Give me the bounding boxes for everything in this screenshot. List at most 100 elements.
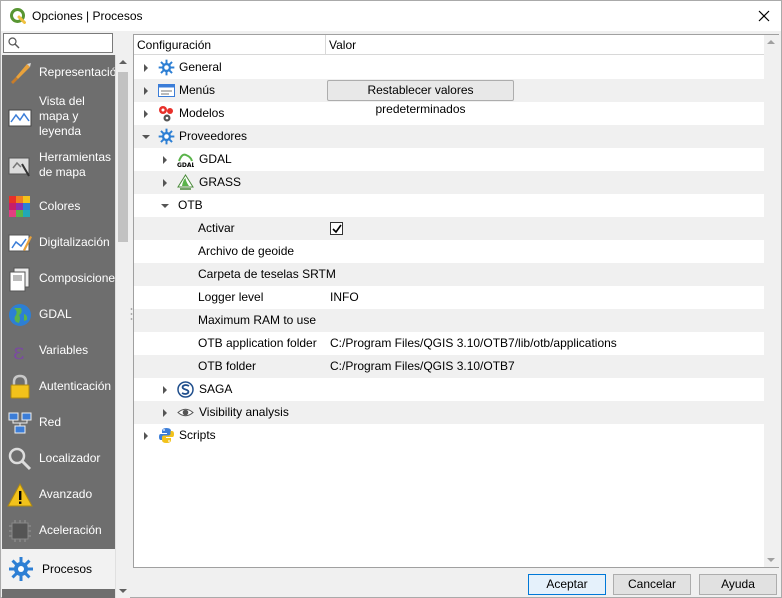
tree-row-archivo-geoide[interactable]: Archivo de geoide: [134, 240, 764, 263]
tree-row-visibility-analysis[interactable]: Visibility analysis: [134, 401, 764, 424]
tree-row-menus[interactable]: Menús Restablecer valores predeterminado…: [134, 79, 764, 116]
sidebar-item-label: Digitalización: [39, 235, 110, 249]
tree-row-gdal[interactable]: GDAL GDAL: [134, 148, 764, 171]
tree-row-label: Archivo de geoide: [198, 244, 295, 258]
close-icon: [758, 10, 770, 22]
tree-row-label: OTB: [178, 198, 203, 212]
tree-row-otb-folder[interactable]: OTB folder C:/Program Files/QGIS 3.10/OT…: [134, 355, 764, 378]
layouts-icon: [9, 267, 30, 292]
tree-row-value[interactable]: C:/Program Files/QGIS 3.10/OTB7/lib/otb/…: [330, 332, 617, 355]
sidebar-item-variables[interactable]: ε Variables: [2, 333, 115, 369]
tree-header: Configuración Valor: [134, 35, 764, 55]
scrollbar-thumb[interactable]: [118, 72, 128, 242]
sidebar-item-localizador[interactable]: Localizador: [2, 441, 115, 477]
sidebar-item-label: Red: [39, 415, 62, 429]
epsilon-icon: ε: [13, 340, 24, 364]
expand-arrow-icon[interactable]: [161, 378, 171, 401]
expand-arrow-icon[interactable]: [161, 148, 171, 171]
sidebar-item-gdal[interactable]: GDAL: [2, 297, 115, 333]
tree-row-value[interactable]: INFO: [330, 286, 359, 309]
sidebar-item-label: Colores: [39, 199, 81, 213]
collapse-arrow-icon[interactable]: [141, 125, 151, 148]
tree-row-label: Visibility analysis: [199, 405, 289, 419]
sidebar-scrollbar[interactable]: [115, 55, 130, 598]
tree-row-otb-app-folder[interactable]: OTB application folder C:/Program Files/…: [134, 332, 764, 355]
search-input[interactable]: [22, 35, 110, 51]
gdal-icon: GDAL: [177, 153, 194, 168]
sidebar-item-aceleracion[interactable]: Aceleración: [2, 513, 115, 549]
sidebar-item-label: Autenticación: [39, 379, 112, 393]
sidebar-item-herramientas[interactable]: Herramientas de mapa: [2, 145, 115, 189]
tree-row-otb[interactable]: OTB: [134, 194, 764, 217]
options-dialog: Opciones | Procesos Representación Vista…: [0, 0, 782, 598]
expand-arrow-icon[interactable]: [142, 102, 152, 125]
collapse-arrow-icon[interactable]: [160, 194, 170, 217]
gear-icon: [158, 59, 175, 76]
tree-row-activar[interactable]: Activar: [134, 217, 764, 240]
svg-text:ε: ε: [13, 340, 24, 364]
expand-arrow-icon[interactable]: [161, 401, 171, 424]
tree-row-label: SAGA: [199, 382, 233, 396]
column-header-configuracion[interactable]: Configuración: [134, 35, 326, 55]
globe-icon: [9, 304, 31, 326]
paintbrush-icon: [11, 63, 31, 84]
expand-arrow-icon[interactable]: [142, 424, 152, 447]
color-grid-icon: [9, 196, 30, 217]
sidebar-item-composiciones[interactable]: Composiciones: [2, 261, 115, 297]
sidebar-item-autenticacion[interactable]: Autenticación: [2, 369, 115, 405]
scroll-down-icon[interactable]: [119, 589, 127, 593]
sidebar-item-label: Procesos: [42, 562, 93, 576]
sidebar-item-digitalizacion[interactable]: Digitalización: [2, 225, 115, 261]
search-field[interactable]: [3, 33, 113, 53]
models-icon: [159, 106, 173, 122]
sidebar-item-avanzado[interactable]: Avanzado: [2, 477, 115, 513]
sidebar-item-label: Representación: [39, 65, 115, 79]
scroll-down-icon[interactable]: [767, 558, 775, 562]
tree-row-saga[interactable]: SAGA: [134, 378, 764, 401]
map-view-icon: [8, 109, 32, 127]
tree-row-label: Logger level: [198, 290, 264, 304]
activar-checkbox[interactable]: [330, 222, 343, 235]
title-bar: Opciones | Procesos: [1, 1, 781, 31]
accept-button[interactable]: Aceptar: [528, 574, 606, 595]
sidebar-item-label: Localizador: [39, 451, 101, 465]
sidebar-item-label: Aceleración: [39, 523, 102, 537]
tree-row-label: OTB application folder: [198, 336, 317, 350]
tree-row-label: Proveedores: [179, 129, 248, 143]
tree-row-grass[interactable]: GRASS: [134, 171, 764, 194]
tree-row-modelos[interactable]: Modelos: [134, 102, 764, 125]
scroll-up-icon[interactable]: [767, 40, 775, 44]
saga-icon: [177, 381, 194, 398]
sidebar-item-colores[interactable]: Colores: [2, 189, 115, 225]
scroll-up-icon[interactable]: [119, 60, 127, 64]
tree-row-scripts[interactable]: Scripts: [134, 424, 764, 447]
tree-row-proveedores[interactable]: Proveedores: [134, 125, 764, 148]
eye-icon: [177, 408, 194, 417]
expand-arrow-icon[interactable]: [142, 56, 152, 79]
tree-row-label: GRASS: [199, 175, 242, 189]
tree-row-label: OTB folder: [198, 359, 257, 373]
checkmark-icon: [332, 224, 342, 234]
svg-text:GDAL: GDAL: [177, 162, 194, 168]
tree-row-carpeta-srtm[interactable]: Carpeta de teselas SRTM: [134, 263, 764, 286]
chip-icon: [9, 520, 31, 542]
help-button[interactable]: Ayuda: [699, 574, 777, 595]
tree-row-max-ram[interactable]: Maximum RAM to use: [134, 309, 764, 332]
tree-row-value[interactable]: C:/Program Files/QGIS 3.10/OTB7: [330, 355, 515, 378]
tree-scrollbar[interactable]: [764, 35, 779, 567]
cancel-button[interactable]: Cancelar: [613, 574, 691, 595]
tree-row-general[interactable]: General: [134, 56, 764, 79]
reset-defaults-button[interactable]: Restablecer valores predeterminados: [327, 80, 514, 116]
sidebar-item-red[interactable]: Red: [2, 405, 115, 441]
tree-row-label: Carpeta de teselas SRTM: [198, 267, 336, 281]
sidebar-item-vista-mapa[interactable]: Vista del mapa y leyenda: [2, 91, 115, 145]
sidebar-item-procesos[interactable]: Procesos: [2, 549, 115, 589]
tree-row-logger-level[interactable]: Logger level INFO: [134, 286, 764, 309]
tree-row-label: Modelos: [179, 106, 225, 120]
expand-arrow-icon[interactable]: [161, 171, 171, 194]
sidebar-item-representacion[interactable]: Representación: [2, 55, 115, 91]
column-header-valor[interactable]: Valor: [326, 35, 764, 55]
expand-arrow-icon[interactable]: [142, 79, 152, 102]
tree-row-label: General: [179, 60, 222, 74]
close-button[interactable]: [753, 5, 775, 27]
